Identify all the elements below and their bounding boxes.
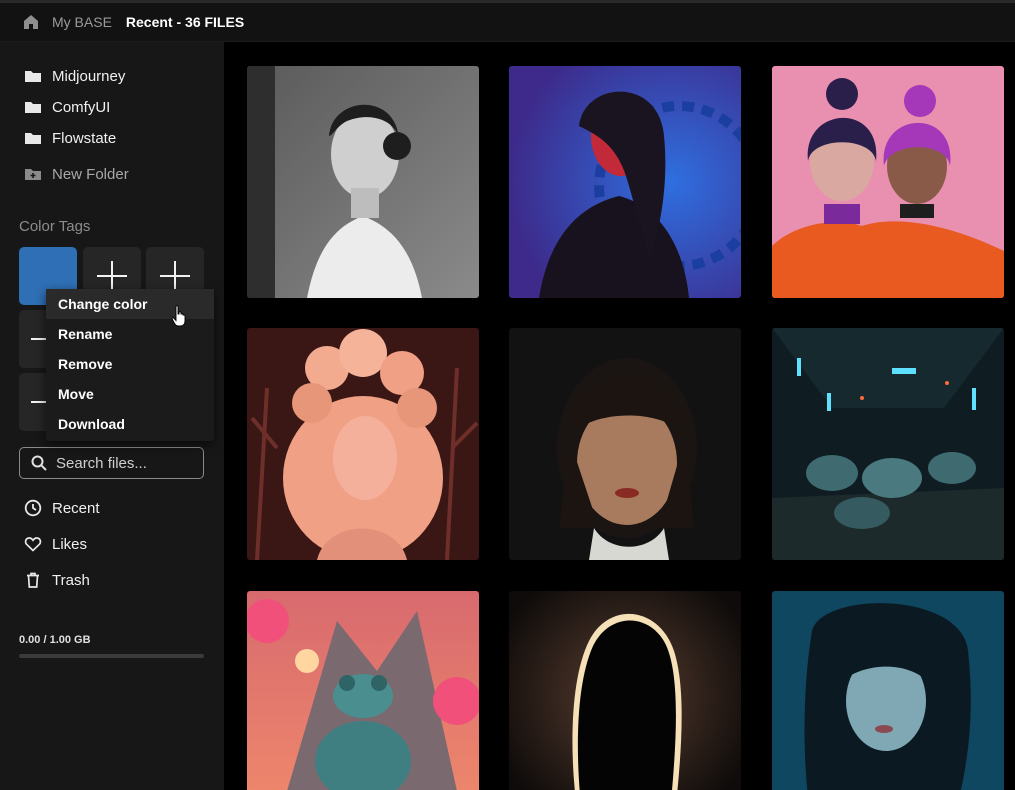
sidebar-item-label: Trash — [52, 571, 90, 589]
clock-icon — [24, 499, 42, 517]
folder-icon — [24, 68, 42, 84]
gallery-item-bangs-shadow[interactable] — [509, 328, 741, 560]
new-folder-label: New Folder — [52, 165, 129, 183]
heart-icon — [24, 535, 42, 553]
sidebar-item-label: Likes — [52, 535, 88, 553]
gallery-item-frogs-tunnel[interactable] — [772, 328, 1004, 560]
plus-icon — [97, 261, 127, 291]
folder-label: ComfyUI — [52, 98, 111, 116]
gallery-item-two-girls-pink[interactable] — [772, 66, 1004, 298]
menu-item-download[interactable]: Download — [46, 409, 214, 439]
folder-icon — [24, 99, 42, 115]
search-field[interactable] — [19, 447, 204, 479]
search-input[interactable] — [56, 454, 196, 472]
gallery-item-frog-meditating[interactable] — [247, 591, 479, 790]
breadcrumb-base[interactable]: My BASE — [52, 14, 112, 30]
folder-plus-icon — [24, 166, 42, 182]
sidebar-item-trash[interactable]: Trash — [24, 569, 90, 591]
tag-context-menu: Change color Rename Remove Move Download — [46, 289, 214, 441]
gallery-item-backlit-silhouette[interactable] — [509, 591, 741, 790]
sidebar-item-label: Recent — [52, 499, 100, 517]
menu-item-move[interactable]: Move — [46, 379, 214, 409]
menu-item-rename[interactable]: Rename — [46, 319, 214, 349]
sidebar-folder-flowstate[interactable]: Flowstate — [24, 127, 116, 149]
menu-item-remove[interactable]: Remove — [46, 349, 214, 379]
home-icon[interactable] — [22, 13, 40, 31]
sidebar-item-recent[interactable]: Recent — [24, 497, 100, 519]
hand-cursor-icon — [171, 305, 187, 327]
top-bar: My BASE Recent - 36 FILES — [0, 0, 1015, 42]
storage-usage-bar — [19, 654, 204, 658]
storage-usage-text: 0.00 / 1.00 GB — [19, 634, 91, 646]
gallery-item-peach-headdress[interactable] — [247, 328, 479, 560]
new-folder-button[interactable]: New Folder — [24, 163, 129, 185]
folder-label: Flowstate — [52, 129, 117, 147]
sidebar-item-likes[interactable]: Likes — [24, 533, 87, 555]
color-tags-heading: Color Tags — [19, 218, 91, 235]
trash-icon — [24, 571, 42, 589]
gallery-item-red-blue-portrait[interactable] — [509, 66, 741, 298]
sidebar-folder-midjourney[interactable]: Midjourney — [24, 65, 125, 87]
folder-icon — [24, 130, 42, 146]
menu-item-change-color[interactable]: Change color — [46, 289, 214, 319]
folder-label: Midjourney — [52, 67, 126, 85]
gallery-grid — [224, 42, 1015, 790]
gallery-item-bw-portrait[interactable] — [247, 66, 479, 298]
plus-icon — [160, 261, 190, 291]
page-title: Recent - 36 FILES — [125, 14, 245, 30]
search-icon — [30, 454, 48, 472]
sidebar-folder-comfyui[interactable]: ComfyUI — [24, 96, 110, 118]
gallery-item-teal-portrait[interactable] — [772, 591, 1004, 790]
